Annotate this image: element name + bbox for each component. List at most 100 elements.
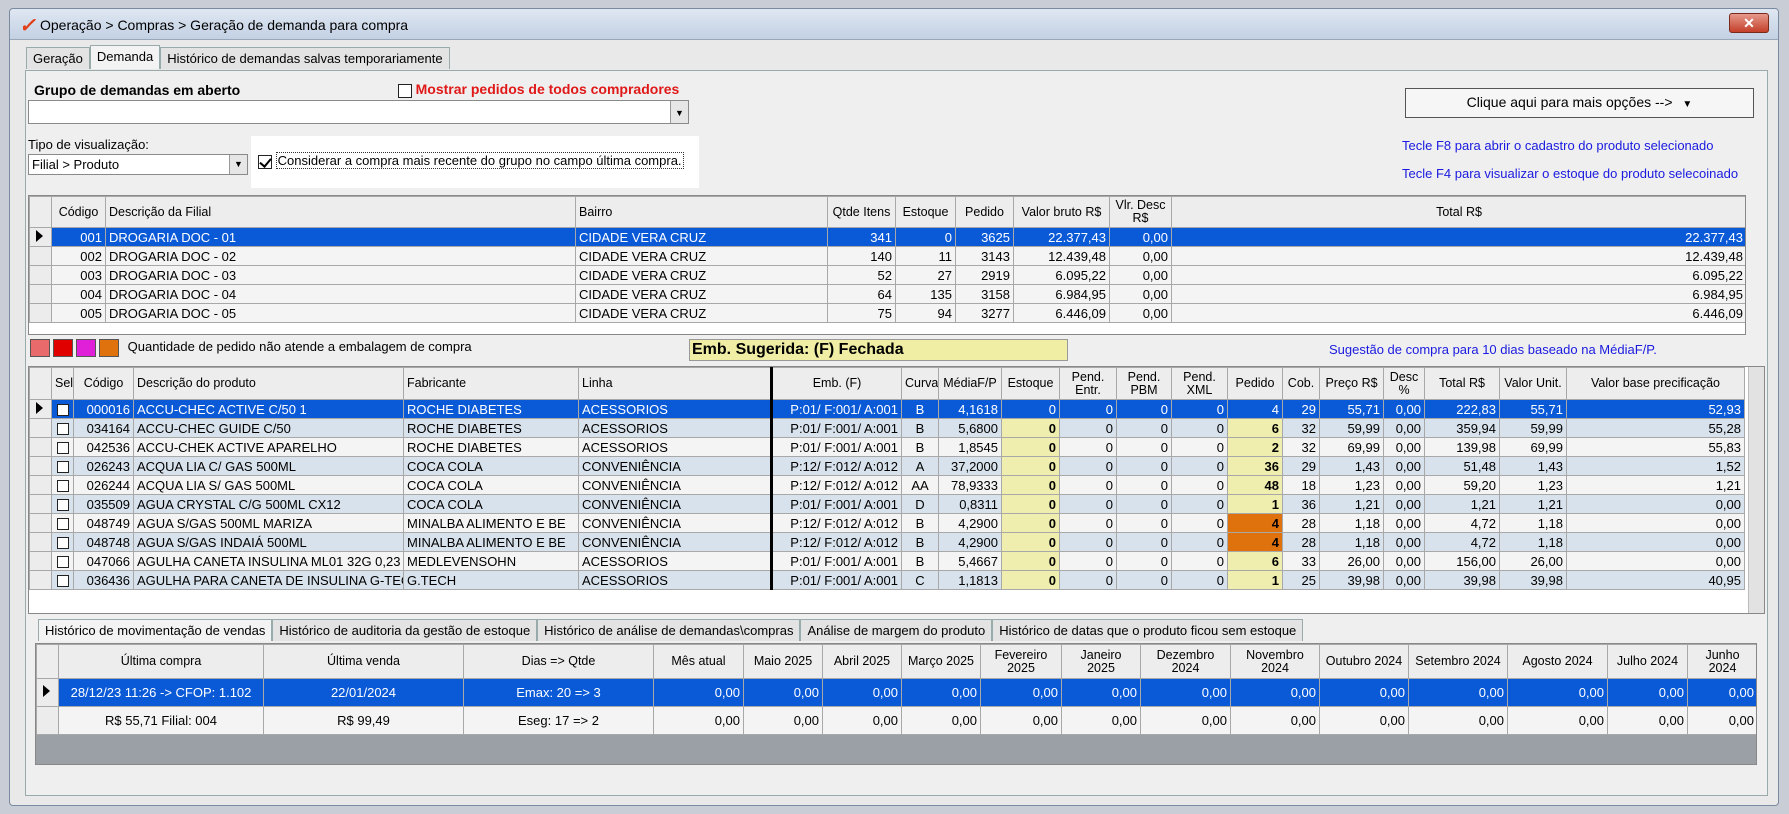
tab-demanda[interactable]: Demanda	[89, 45, 161, 69]
col-emb[interactable]: Emb. (F)	[771, 367, 902, 400]
col-estoque[interactable]: Estoque	[1001, 367, 1060, 400]
table-row[interactable]: 042536 ACCU-CHEK ACTIVE APARELHO ROCHE DIA…	[29, 437, 1745, 457]
col-dias-qtde[interactable]: Dias => Qtde	[463, 644, 654, 679]
col-novembro-2024[interactable]: Novembro 2024	[1230, 644, 1320, 679]
group-select[interactable]: ▼	[28, 100, 689, 124]
row-select-checkbox[interactable]	[56, 518, 69, 531]
show-all-checkbox-row[interactable]: Mostrar pedidos de todos compradores	[398, 81, 679, 98]
col-codigo[interactable]: Código	[51, 196, 106, 228]
col-julho-2024[interactable]: Julho 2024	[1607, 644, 1688, 679]
table-row[interactable]: 004 DROGARIA DOC - 04 CIDADE VERA CRUZ 64 13…	[29, 284, 1745, 304]
select-cell[interactable]	[51, 570, 74, 590]
col-agosto-2024[interactable]: Agosto 2024	[1507, 644, 1608, 679]
row-select-checkbox[interactable]	[56, 575, 69, 588]
table-row[interactable]: 026243 ACQUA LIA C/ GAS 500ML COCA COLA CON…	[29, 456, 1745, 476]
row-select-checkbox[interactable]	[56, 423, 69, 436]
table-row[interactable]: R$ 55,71 Filial: 004 R$ 99,49 Eseg: 17 => …	[36, 706, 1756, 735]
table-row[interactable]: 047066 AGULHA CANETA INSULINA ML01 32G 0,…	[29, 551, 1745, 571]
col-media[interactable]: MédiaF/P	[938, 367, 1002, 400]
select-cell[interactable]	[51, 475, 74, 495]
table-row[interactable]: 026244 ACQUA LIA S/ GAS 500ML COCA COLA CON…	[29, 475, 1745, 495]
table-row[interactable]: 000016 ACCU-CHEC ACTIVE C/50 1 ROCHE DIABE…	[29, 399, 1745, 419]
table-row[interactable]: 001 DROGARIA DOC - 01 CIDADE VERA CRUZ 341 0…	[29, 227, 1745, 247]
col-desc-pct[interactable]: Desc %	[1383, 367, 1425, 400]
col-setembro-2024[interactable]: Setembro 2024	[1408, 644, 1508, 679]
col-bairro[interactable]: Bairro	[575, 196, 828, 228]
table-row[interactable]: 036436 AGULHA PARA CANETA DE INSULINA G-T…	[29, 570, 1745, 590]
more-options-button[interactable]: Clique aqui para mais opções --> ▼	[1405, 88, 1754, 118]
tab-historico-demandas[interactable]: Histórico de demandas salvas temporariam…	[160, 47, 450, 69]
col-fevereiro-2025[interactable]: Fevereiro 2025	[980, 644, 1062, 679]
tab-analise-demandas[interactable]: Histórico de análise de demandas\compras	[537, 619, 801, 641]
row-select-checkbox[interactable]	[56, 461, 69, 474]
col-valor-base[interactable]: Valor base precificação	[1566, 367, 1745, 400]
consider-checkbox-row[interactable]: Considerar a compra mais recente do grup…	[258, 152, 684, 169]
close-button[interactable]: ✕	[1729, 13, 1769, 33]
consider-checkbox[interactable]	[258, 154, 272, 169]
col-marco-2025[interactable]: Março 2025	[901, 644, 981, 679]
row-select-checkbox[interactable]	[56, 499, 69, 512]
table-row[interactable]: 005 DROGARIA DOC - 05 CIDADE VERA CRUZ 75 94…	[29, 303, 1745, 323]
show-all-checkbox[interactable]	[398, 83, 412, 98]
col-pend-xml[interactable]: Pend. XML	[1171, 367, 1228, 400]
col-pedido[interactable]: Pedido	[955, 196, 1014, 228]
col-pend-entr[interactable]: Pend. Entr.	[1059, 367, 1117, 400]
col-curva[interactable]: Curva	[901, 367, 939, 400]
chevron-down-icon[interactable]: ▼	[670, 101, 688, 123]
col-abril-2025[interactable]: Abril 2025	[822, 644, 902, 679]
tab-datas-sem-estoque[interactable]: Histórico de datas que o produto ficou s…	[992, 619, 1304, 641]
col-estoque[interactable]: Estoque	[895, 196, 956, 228]
select-cell[interactable]	[51, 532, 74, 552]
col-total[interactable]: Total R$	[1171, 196, 1745, 228]
select-cell[interactable]	[51, 418, 74, 438]
col-valor-unit[interactable]: Valor Unit.	[1499, 367, 1567, 400]
table-row[interactable]: 048748 AGUA S/GAS INDAIÁ 500ML MINALBA ALI…	[29, 532, 1745, 552]
col-fabricante[interactable]: Fabricante	[403, 367, 579, 400]
col-cob[interactable]: Cob.	[1282, 367, 1320, 400]
col-ultima-compra[interactable]: Última compra	[58, 644, 264, 679]
col-descricao-produto[interactable]: Descrição do produto	[133, 367, 404, 400]
tab-geracao[interactable]: Geração	[26, 47, 90, 69]
select-cell[interactable]	[51, 437, 74, 457]
table-row[interactable]: 28/12/23 11:26 -> CFOP: 1.102 22/01/2024 E…	[36, 678, 1756, 707]
col-linha[interactable]: Linha	[578, 367, 773, 400]
col-janeiro-2025[interactable]: Janeiro 2025	[1061, 644, 1141, 679]
view-type-select[interactable]: Filial > Produto ▼	[28, 154, 248, 175]
chevron-down-icon[interactable]: ▼	[229, 155, 247, 174]
col-preco[interactable]: Preço R$	[1319, 367, 1384, 400]
row-select-checkbox[interactable]	[56, 442, 69, 455]
col-qtde-itens[interactable]: Qtde Itens	[827, 196, 896, 228]
select-cell[interactable]	[51, 399, 74, 419]
table-row[interactable]: 035509 AGUA CRYSTAL C/G 500ML CX12 COCA CO…	[29, 494, 1745, 514]
col-mes-atual[interactable]: Mês atual	[653, 644, 744, 679]
col-pend-pbm[interactable]: Pend. PBM	[1116, 367, 1172, 400]
select-cell[interactable]	[51, 494, 74, 514]
select-cell[interactable]	[51, 513, 74, 533]
table-row[interactable]: 003 DROGARIA DOC - 03 CIDADE VERA CRUZ 52 27…	[29, 265, 1745, 285]
col-valor-bruto[interactable]: Valor bruto R$	[1013, 196, 1110, 228]
col-vlr-desc[interactable]: Vlr. Desc R$	[1109, 196, 1172, 228]
row-select-checkbox[interactable]	[56, 404, 69, 417]
row-select-checkbox[interactable]	[56, 480, 69, 493]
col-ultima-venda[interactable]: Última venda	[263, 644, 464, 679]
tab-historico-vendas[interactable]: Histórico de movimentação de vendas	[38, 619, 273, 641]
col-descricao-filial[interactable]: Descrição da Filial	[105, 196, 576, 228]
col-outubro-2024[interactable]: Outubro 2024	[1319, 644, 1409, 679]
row-select-checkbox[interactable]	[56, 556, 69, 569]
tab-auditoria-estoque[interactable]: Histórico de auditoria da gestão de esto…	[272, 619, 538, 641]
table-row[interactable]: 048749 AGUA S/GAS 500ML MARIZA MINALBA ALI…	[29, 513, 1745, 533]
select-cell[interactable]	[51, 456, 74, 476]
table-row[interactable]: 002 DROGARIA DOC - 02 CIDADE VERA CRUZ 140 1…	[29, 246, 1745, 266]
row-select-checkbox[interactable]	[56, 537, 69, 550]
col-junho-2024[interactable]: Junho 2024	[1687, 644, 1756, 679]
col-sel[interactable]: Sel	[51, 367, 74, 400]
product-scrollbar[interactable]	[1748, 367, 1764, 613]
col-codigo[interactable]: Código	[73, 367, 134, 400]
col-dezembro-2024[interactable]: Dezembro 2024	[1140, 644, 1231, 679]
col-maio-2025[interactable]: Maio 2025	[743, 644, 823, 679]
select-cell[interactable]	[51, 551, 74, 571]
col-total[interactable]: Total R$	[1424, 367, 1500, 400]
col-pedido[interactable]: Pedido	[1227, 367, 1283, 400]
table-row[interactable]: 034164 ACCU-CHEC GUIDE C/50 ROCHE DIABETES…	[29, 418, 1745, 438]
tab-margem-produto[interactable]: Análise de margem do produto	[800, 619, 993, 641]
